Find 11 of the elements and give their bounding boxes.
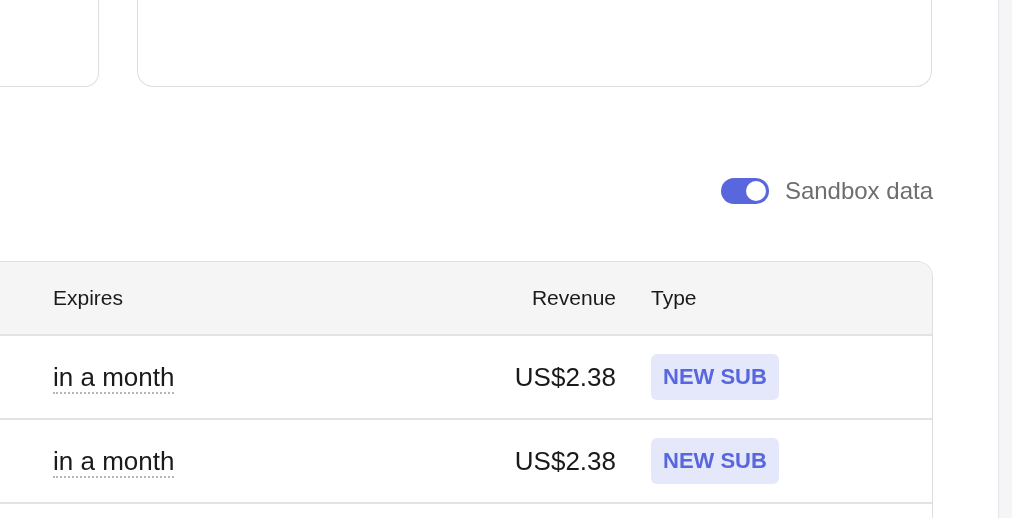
type-tag: NEW SUB (651, 354, 779, 400)
expiry-date: in a month (53, 445, 175, 478)
sandbox-toggle[interactable] (720, 178, 769, 204)
column-header: Expires (53, 286, 124, 310)
revenue-amount: US$2.38 (514, 361, 616, 392)
revenue-amount: US$2.38 (514, 445, 616, 476)
expiry-date: in a month (53, 361, 175, 394)
column-header: Revenue (531, 286, 616, 310)
toggle-label: Sandbox data (784, 176, 933, 206)
column-header: Type (651, 286, 697, 310)
type-tag: NEW SUB (651, 438, 779, 484)
